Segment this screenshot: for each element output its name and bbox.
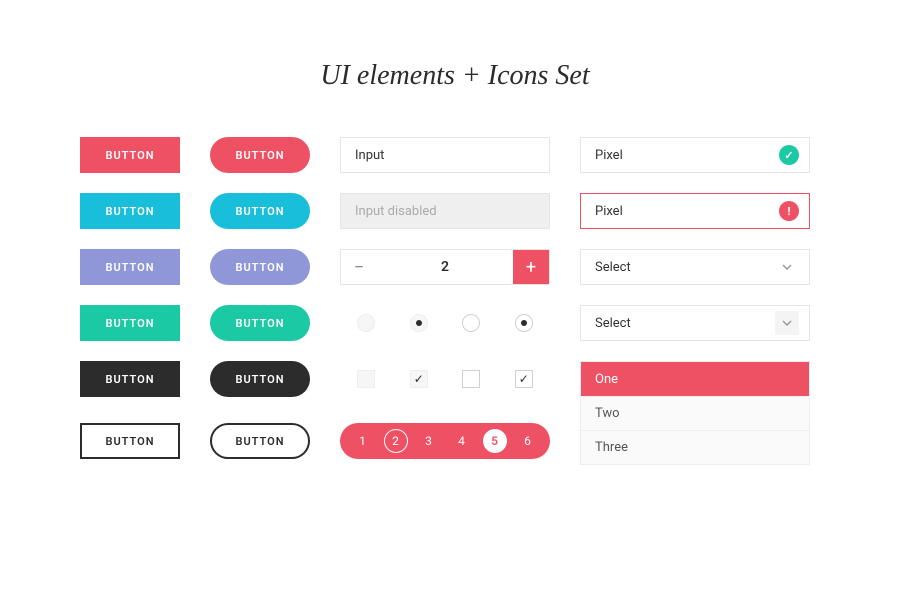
page-title: UI elements + Icons Set <box>80 60 830 92</box>
button-teal-rect[interactable]: BUTTON <box>80 305 180 341</box>
page-2[interactable]: 2 <box>384 429 408 453</box>
button-dark-rect[interactable]: BUTTON <box>80 361 180 397</box>
page-6[interactable]: 6 <box>516 429 540 453</box>
stepper-minus[interactable]: − <box>341 250 377 284</box>
button-cyan-rect[interactable]: BUTTON <box>80 193 180 229</box>
button-outline-rect[interactable]: BUTTON <box>80 423 180 459</box>
select-value: Pixel <box>595 204 623 219</box>
dropdown-item-one[interactable]: One <box>581 362 809 396</box>
button-purple-rect[interactable]: BUTTON <box>80 249 180 285</box>
stepper-value: 2 <box>377 250 513 284</box>
pagination: 1 2 3 4 5 6 <box>340 423 550 459</box>
checkbox-checked-light[interactable]: ✓ <box>410 370 428 388</box>
button-purple-pill[interactable]: BUTTON <box>210 249 310 285</box>
page-1[interactable]: 1 <box>351 429 375 453</box>
check-icon: ✓ <box>779 145 799 165</box>
text-input-disabled: Input disabled <box>340 193 550 229</box>
checkbox-group: ✓ ✓ <box>340 361 550 397</box>
page-4[interactable]: 4 <box>450 429 474 453</box>
page-3[interactable]: 3 <box>417 429 441 453</box>
select-value: Pixel <box>595 148 623 163</box>
radio-group <box>340 305 550 341</box>
button-red-pill[interactable]: BUTTON <box>210 137 310 173</box>
button-dark-pill[interactable]: BUTTON <box>210 361 310 397</box>
chevron-down-icon <box>775 255 799 279</box>
select-error[interactable]: Pixel ! <box>580 193 810 229</box>
select-valid[interactable]: Pixel ✓ <box>580 137 810 173</box>
button-cyan-pill[interactable]: BUTTON <box>210 193 310 229</box>
checkbox-unchecked[interactable] <box>462 370 480 388</box>
checkbox-checked[interactable]: ✓ <box>515 370 533 388</box>
select-value: Select <box>595 260 631 275</box>
radio-unchecked[interactable] <box>462 314 480 332</box>
dropdown-item-two[interactable]: Two <box>581 396 809 430</box>
radio-unchecked-light[interactable] <box>357 314 375 332</box>
checkbox-unchecked-light[interactable] <box>357 370 375 388</box>
button-red-rect[interactable]: BUTTON <box>80 137 180 173</box>
radio-checked[interactable] <box>515 314 533 332</box>
radio-checked-light[interactable] <box>410 314 428 332</box>
select-dropdown-1[interactable]: Select <box>580 249 810 285</box>
text-input[interactable]: Input <box>340 137 550 173</box>
select-value: Select <box>595 316 631 331</box>
component-grid: BUTTON BUTTON Input Pixel ✓ BUTTON BUTTO… <box>80 137 830 465</box>
chevron-down-icon <box>775 311 799 335</box>
alert-icon: ! <box>779 201 799 221</box>
button-teal-pill[interactable]: BUTTON <box>210 305 310 341</box>
dropdown-item-three[interactable]: Three <box>581 430 809 464</box>
select-dropdown-2[interactable]: Select <box>580 305 810 341</box>
dropdown-menu: One Two Three <box>580 361 810 465</box>
quantity-stepper: − 2 + <box>340 249 550 285</box>
button-outline-pill[interactable]: BUTTON <box>210 423 310 459</box>
page-5[interactable]: 5 <box>483 429 507 453</box>
stepper-plus[interactable]: + <box>513 250 549 284</box>
